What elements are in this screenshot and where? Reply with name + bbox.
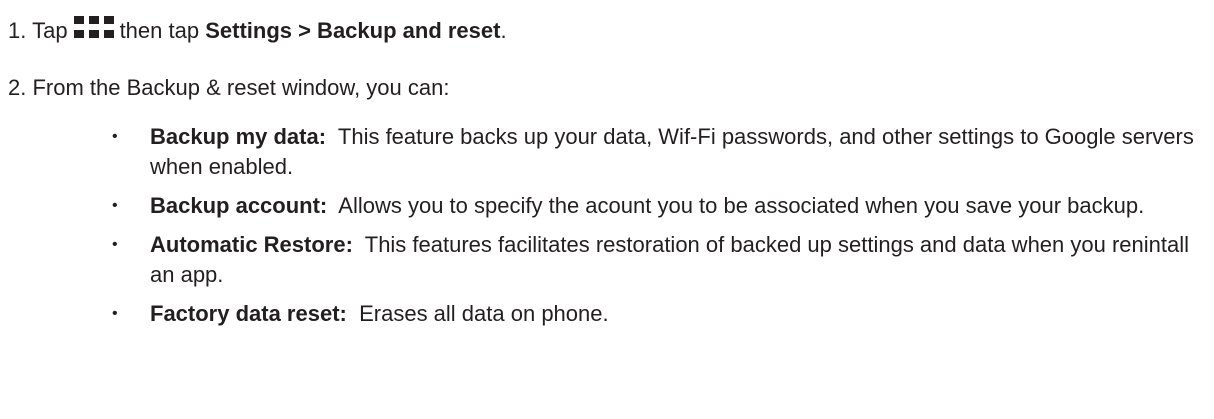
options-list: • Backup my data: This feature backs up … — [112, 122, 1202, 338]
step-text: From the Backup & reset window, you can: — [32, 75, 450, 100]
option-term: Automatic Restore: — [150, 232, 353, 257]
apps-grid-icon — [73, 16, 114, 40]
bullet-icon: • — [112, 305, 118, 322]
step-1: 1. Tap then tap Settings > Backup and re… — [8, 16, 507, 46]
bullet-icon: • — [112, 236, 118, 253]
option-term: Backup my data: — [150, 124, 327, 149]
step-text-end: . — [500, 18, 507, 43]
bullet-icon: • — [112, 128, 118, 145]
option-term: Backup account: — [150, 193, 328, 218]
option-term: Factory data reset: — [150, 301, 347, 326]
menu-path: Settings > Backup and reset — [205, 18, 501, 43]
list-item: • Backup account: Allows you to specify … — [112, 191, 1202, 221]
step-number: 2. — [8, 75, 27, 100]
list-item: • Automatic Restore: This features facil… — [112, 230, 1202, 290]
option-description: Erases all data on phone. — [359, 301, 609, 326]
step-text: Tap — [32, 18, 68, 43]
bullet-icon: • — [112, 197, 118, 214]
list-item: • Backup my data: This feature backs up … — [112, 122, 1202, 182]
option-description: Allows you to specify the acount you to … — [338, 193, 1145, 218]
list-item: • Factory data reset: Erases all data on… — [112, 299, 1202, 329]
step-text: then tap — [119, 18, 200, 43]
step-number: 1. — [8, 18, 27, 43]
step-2: 2. From the Backup & reset window, you c… — [8, 73, 449, 103]
